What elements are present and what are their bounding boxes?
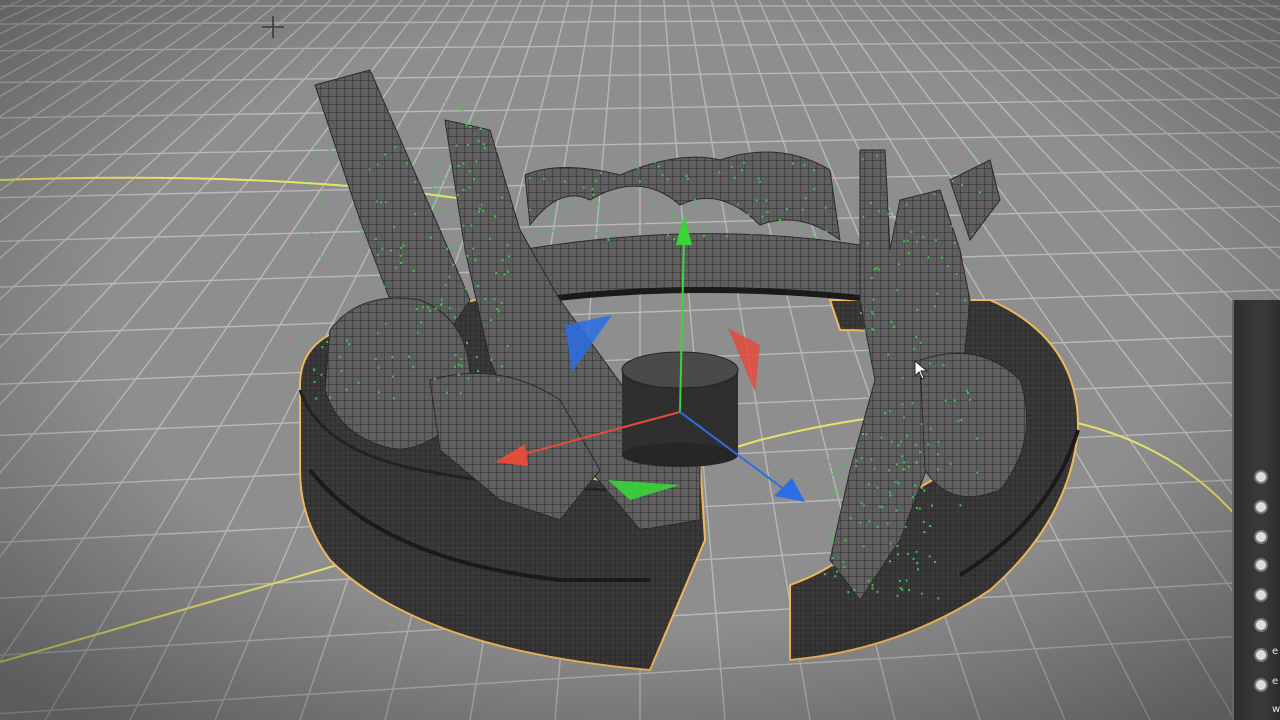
panel-label: e [1272, 646, 1279, 657]
panel-radio-button[interactable] [1254, 618, 1268, 632]
panel-label: e [1272, 676, 1279, 687]
panel-radio-button[interactable] [1254, 588, 1268, 602]
crosshair-icon [262, 16, 284, 38]
attribute-side-panel[interactable]: e e w [1232, 300, 1280, 720]
viewport-scene[interactable] [0, 0, 1280, 720]
3d-viewport[interactable]: e e w [0, 0, 1280, 720]
panel-radio-button[interactable] [1254, 648, 1268, 662]
panel-radio-button[interactable] [1254, 558, 1268, 572]
panel-radio-button[interactable] [1254, 678, 1268, 692]
panel-radio-button[interactable] [1254, 530, 1268, 544]
panel-radio-button[interactable] [1254, 500, 1268, 514]
panel-label: w [1272, 704, 1280, 715]
panel-radio-button[interactable] [1254, 470, 1268, 484]
mouse-cursor-icon [914, 360, 928, 380]
